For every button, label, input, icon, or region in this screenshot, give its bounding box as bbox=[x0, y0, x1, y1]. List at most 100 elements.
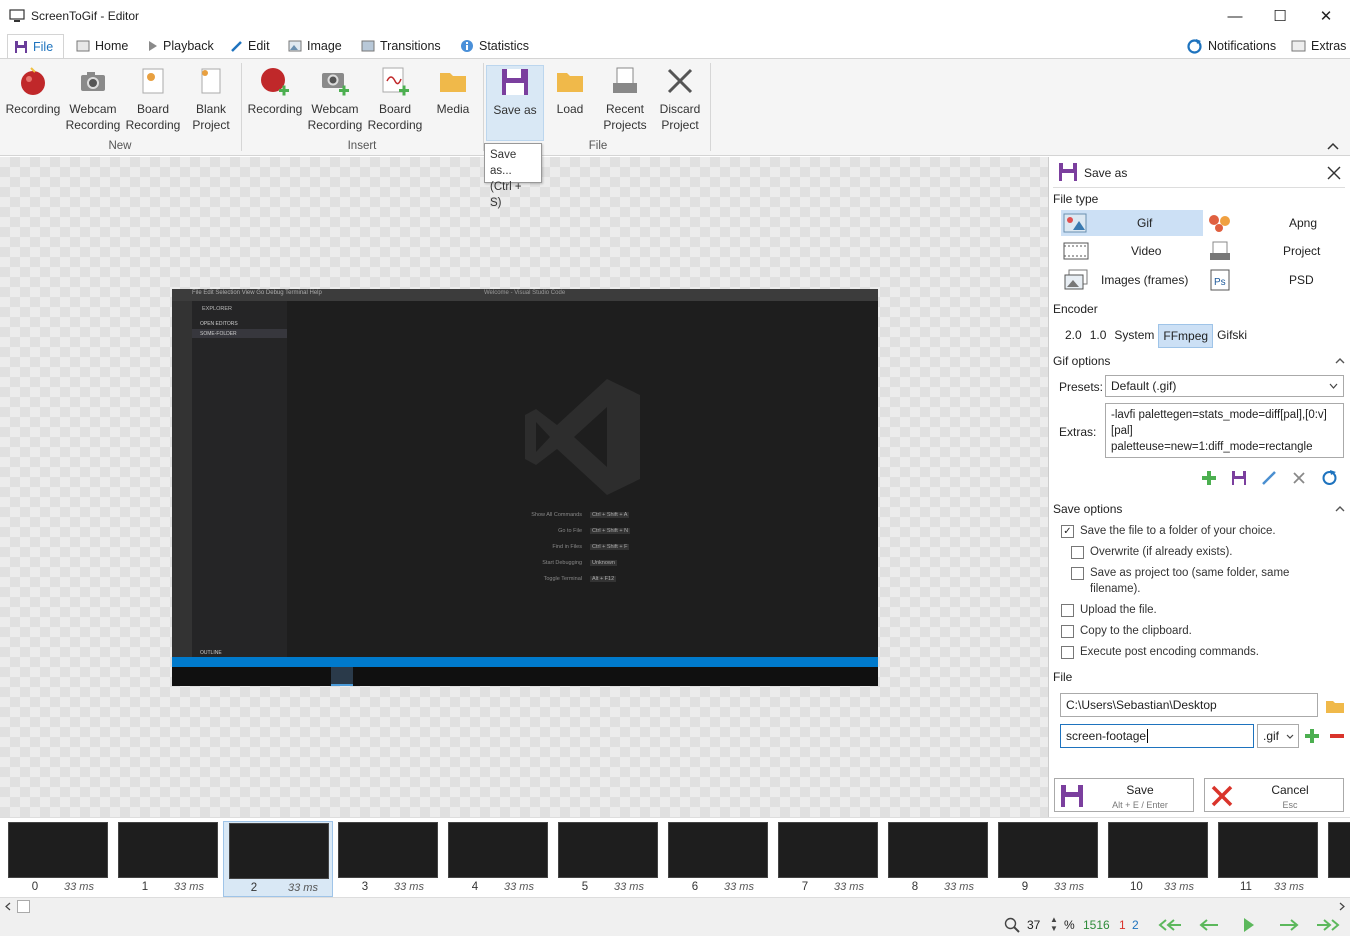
discard-project-button[interactable]: Discard Project bbox=[651, 65, 709, 141]
cancel-button[interactable]: Cancel Esc bbox=[1204, 778, 1344, 812]
checkbox-save-folder[interactable]: ✓ Save the file to a folder of your choi… bbox=[1061, 523, 1346, 539]
remove-preset-icon[interactable] bbox=[1291, 470, 1307, 486]
zoom-stepper[interactable]: ▲ ▼ bbox=[1050, 915, 1058, 933]
collapse-ribbon-icon[interactable] bbox=[1326, 141, 1340, 151]
insert-media-button[interactable]: Media bbox=[424, 65, 482, 141]
encoder-10[interactable]: 1.0 bbox=[1086, 324, 1111, 348]
frame-thumbnail-selected[interactable]: 2 33 ms bbox=[223, 821, 333, 897]
frame-thumbnail[interactable]: 7 33 ms bbox=[778, 822, 878, 895]
scroll-left-icon[interactable] bbox=[4, 902, 12, 911]
checkbox-save-project[interactable]: Save as project too (same folder, same f… bbox=[1071, 565, 1341, 597]
new-recording-button[interactable]: Recording bbox=[4, 65, 62, 141]
encoder-group: 2.0 1.0 System FFmpeg Gifski bbox=[1061, 324, 1251, 348]
notifications-button[interactable]: Notifications bbox=[1180, 34, 1282, 58]
frame-thumbnail[interactable]: 11 33 ms bbox=[1218, 822, 1318, 895]
new-board-button[interactable]: Board Recording bbox=[124, 65, 182, 141]
close-icon[interactable] bbox=[1326, 165, 1342, 181]
collapse-chevron-icon[interactable] bbox=[1334, 356, 1346, 364]
insert-board-button[interactable]: Board Recording bbox=[366, 65, 424, 141]
collapse-chevron-icon[interactable] bbox=[1334, 504, 1346, 512]
captured-sidebar: EXPLORER OPEN EDITORS SOME-FOLDER OUTLIN… bbox=[192, 301, 287, 657]
frame-thumbnail[interactable]: 9 33 ms bbox=[998, 822, 1098, 895]
insert-webcam-button[interactable]: Webcam Recording bbox=[306, 65, 364, 141]
button-label: Load bbox=[556, 102, 584, 116]
reset-preset-icon[interactable] bbox=[1321, 469, 1338, 486]
tab-home[interactable]: Home bbox=[70, 34, 134, 58]
presets-select[interactable]: Default (.gif) bbox=[1105, 375, 1344, 397]
extras-textarea[interactable]: -lavfi palettegen=stats_mode=diff[pal],[… bbox=[1105, 403, 1344, 458]
type-gif[interactable]: Gif bbox=[1061, 210, 1203, 236]
save-as-panel: Save as File type Gif Apng Video Project… bbox=[1048, 157, 1350, 817]
next-frame-icon[interactable] bbox=[1278, 918, 1300, 932]
checkbox-box[interactable] bbox=[1061, 604, 1074, 617]
scroll-right-icon[interactable] bbox=[1338, 902, 1346, 911]
frame-thumbnail[interactable]: 5 33 ms bbox=[558, 822, 658, 895]
save-as-button[interactable]: Save as bbox=[486, 65, 544, 141]
type-psd[interactable]: Ps PSD bbox=[1207, 267, 1345, 293]
first-frame-icon[interactable] bbox=[1156, 918, 1182, 932]
close-button[interactable]: ✕ bbox=[1303, 0, 1349, 32]
play-icon[interactable] bbox=[1242, 917, 1256, 933]
zoom-value[interactable]: 37 bbox=[1027, 918, 1040, 932]
button-label: Projects bbox=[603, 118, 647, 132]
add-preset-icon[interactable] bbox=[1201, 470, 1217, 486]
new-webcam-button[interactable]: Webcam Recording bbox=[64, 65, 122, 141]
frame-delay: 33 ms bbox=[64, 881, 94, 893]
checkbox-upload[interactable]: Upload the file. bbox=[1061, 602, 1346, 618]
extension-select[interactable]: .gif bbox=[1257, 724, 1299, 748]
tab-playback[interactable]: Playback bbox=[142, 34, 220, 58]
type-project[interactable]: Project bbox=[1207, 238, 1345, 264]
tab-edit[interactable]: Edit bbox=[224, 34, 276, 58]
scroll-thumb[interactable] bbox=[17, 900, 30, 913]
save-button[interactable]: Save Alt + E / Enter bbox=[1054, 778, 1194, 812]
filename-input[interactable]: screen-footage bbox=[1060, 724, 1254, 748]
encoder-system[interactable]: System bbox=[1110, 324, 1158, 348]
frame-thumbnail[interactable]: 4 33 ms bbox=[448, 822, 548, 895]
type-images[interactable]: Images (frames) bbox=[1061, 267, 1203, 293]
frame-thumbnail[interactable]: 6 33 ms bbox=[668, 822, 768, 895]
captured-open-editors: OPEN EDITORS bbox=[200, 321, 238, 327]
checkbox-clipboard[interactable]: Copy to the clipboard. bbox=[1061, 623, 1346, 639]
timeline-scrollbar[interactable] bbox=[0, 897, 1350, 914]
encoder-20[interactable]: 2.0 bbox=[1061, 324, 1086, 348]
insert-recording-button[interactable]: Recording bbox=[246, 65, 304, 141]
maximize-button[interactable]: ☐ bbox=[1257, 0, 1303, 32]
encoder-gifski[interactable]: Gifski bbox=[1213, 324, 1251, 348]
recent-projects-button[interactable]: Recent Projects bbox=[596, 65, 654, 141]
browse-folder-icon[interactable] bbox=[1325, 698, 1345, 714]
minimize-button[interactable]: — bbox=[1212, 0, 1258, 32]
checkbox-box[interactable] bbox=[1061, 625, 1074, 638]
tab-statistics[interactable]: Statistics bbox=[454, 34, 535, 58]
checkbox-box[interactable] bbox=[1061, 646, 1074, 659]
previous-frame-icon[interactable] bbox=[1198, 918, 1220, 932]
last-frame-icon[interactable] bbox=[1316, 918, 1342, 932]
checkbox-box[interactable]: ✓ bbox=[1061, 525, 1074, 538]
load-button[interactable]: Load bbox=[541, 65, 599, 141]
floppy-icon bbox=[15, 40, 27, 53]
tab-file[interactable]: File bbox=[7, 34, 64, 58]
frame-thumbnail[interactable]: 8 33 ms bbox=[888, 822, 988, 895]
tab-transitions[interactable]: Transitions bbox=[355, 34, 447, 58]
type-apng[interactable]: Apng bbox=[1207, 210, 1345, 236]
add-file-icon[interactable] bbox=[1304, 728, 1320, 744]
frame-thumbnail-partial[interactable] bbox=[1328, 822, 1350, 878]
remove-file-icon[interactable] bbox=[1329, 728, 1345, 744]
frame-thumbnail[interactable]: 10 33 ms bbox=[1108, 822, 1208, 895]
new-blank-project-button[interactable]: Blank Project bbox=[182, 65, 240, 141]
checkbox-box[interactable] bbox=[1071, 567, 1084, 580]
frame-thumbnail[interactable]: 0 33 ms bbox=[8, 822, 108, 895]
folder-path-input[interactable]: C:\Users\Sebastian\Desktop bbox=[1060, 693, 1318, 717]
type-video[interactable]: Video bbox=[1061, 238, 1203, 264]
extras-button[interactable]: Extras bbox=[1285, 34, 1350, 58]
frame-thumbnail[interactable]: 3 33 ms bbox=[338, 822, 438, 895]
checkbox-box[interactable] bbox=[1071, 546, 1084, 559]
edit-preset-icon[interactable] bbox=[1261, 470, 1277, 486]
tab-image[interactable]: Image bbox=[282, 34, 348, 58]
frame-thumbnail[interactable]: 1 33 ms bbox=[118, 822, 218, 895]
checkbox-overwrite[interactable]: Overwrite (if already exists). bbox=[1071, 544, 1341, 560]
checkbox-post-encoding[interactable]: Execute post encoding commands. bbox=[1061, 644, 1346, 660]
captured-shortcuts: Show All Commands Ctrl + Shift + A Go to … bbox=[472, 512, 672, 592]
shortcut-label: Go to File bbox=[558, 528, 582, 534]
encoder-ffmpeg[interactable]: FFmpeg bbox=[1158, 324, 1214, 348]
save-preset-icon[interactable] bbox=[1231, 470, 1247, 486]
